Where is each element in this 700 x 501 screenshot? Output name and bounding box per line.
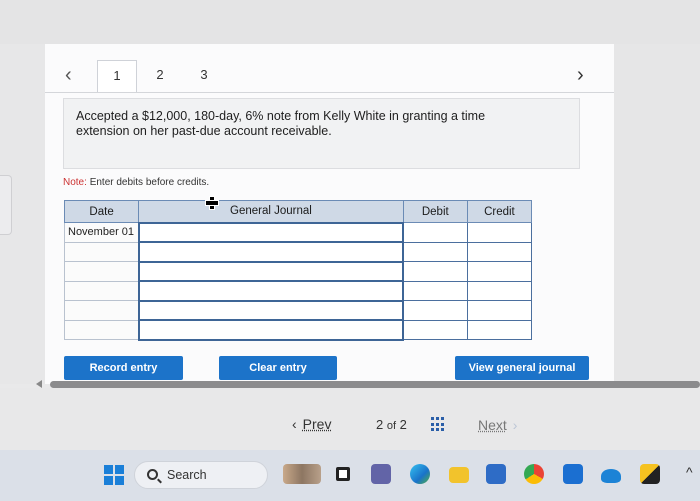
date-cell: [63, 280, 140, 301]
journal-entry-table: Date General Journal Debit Credit Novemb…: [63, 200, 533, 341]
tab-1[interactable]: 1: [97, 60, 137, 93]
account-input[interactable]: [137, 319, 405, 341]
onedrive-icon[interactable]: [601, 469, 621, 483]
table-row: November 01: [63, 221, 533, 243]
scroll-left-icon[interactable]: [36, 380, 42, 388]
debit-input[interactable]: [402, 319, 468, 340]
debit-input[interactable]: [402, 280, 468, 301]
widgets-icon[interactable]: [283, 464, 321, 484]
tab-label: 2: [156, 67, 164, 82]
of-label: of: [386, 420, 397, 432]
horizontal-scrollbar[interactable]: [36, 380, 700, 388]
chevron-left-icon[interactable]: ‹: [65, 64, 72, 87]
move-cursor-icon: [205, 196, 219, 210]
view-general-journal-button[interactable]: View general journal: [455, 356, 589, 380]
credit-input[interactable]: [466, 300, 533, 321]
search-icon: [147, 469, 158, 480]
edge-browser-icon[interactable]: [410, 464, 430, 484]
table-row: [63, 260, 533, 282]
question-pager: ‹ Prev 2 of 2 Next ›: [0, 388, 700, 450]
tab-label: 3: [200, 67, 208, 82]
file-explorer-icon[interactable]: [449, 467, 469, 483]
prompt-box: Accepted a $12,000, 180-day, 6% note fro…: [63, 98, 580, 169]
page-counter: 2 of 2: [376, 417, 407, 432]
taskbar: Search ^: [0, 450, 700, 501]
windows-start-icon[interactable]: [104, 465, 124, 485]
column-header-debit: Debit: [402, 200, 468, 223]
date-cell: [63, 319, 140, 340]
record-entry-button[interactable]: Record entry: [64, 356, 183, 380]
account-input[interactable]: [137, 221, 405, 243]
taskbar-search[interactable]: Search: [134, 461, 268, 489]
prev-button[interactable]: ‹ Prev: [292, 416, 331, 432]
background-right: [614, 44, 700, 384]
debit-input[interactable]: [402, 222, 468, 243]
chevron-up-icon[interactable]: ^: [686, 464, 698, 484]
side-tab[interactable]: [0, 175, 12, 235]
credit-input[interactable]: [466, 222, 533, 243]
clear-entry-button[interactable]: Clear entry: [219, 356, 337, 380]
date-cell: [63, 261, 140, 282]
tab-2[interactable]: 2: [140, 60, 180, 92]
current-page: 2: [376, 417, 384, 432]
column-header-general-journal: General Journal: [138, 200, 404, 223]
table-row: [63, 280, 533, 302]
prev-label: Prev: [302, 416, 332, 432]
teams-chat-icon[interactable]: [371, 464, 391, 484]
sticky-notes-icon[interactable]: [640, 464, 660, 484]
table-row: [63, 319, 533, 341]
debit-input[interactable]: [402, 241, 468, 262]
note-prefix: Note:: [63, 177, 87, 188]
table-row: [63, 241, 533, 263]
date-cell: [63, 241, 140, 262]
credit-input[interactable]: [466, 241, 533, 262]
tab-label: 1: [113, 68, 121, 83]
column-header-date: Date: [63, 200, 140, 223]
column-header-credit: Credit: [466, 200, 533, 223]
next-label: Next: [478, 417, 507, 433]
chevron-left-icon: ‹: [292, 416, 297, 432]
account-input[interactable]: [137, 260, 405, 282]
credit-input[interactable]: [466, 261, 533, 282]
task-view-icon[interactable]: [336, 467, 350, 481]
prompt-text: Accepted a $12,000, 180-day, 6% note fro…: [76, 109, 486, 138]
chevron-right-icon: ›: [512, 417, 518, 433]
date-cell: [63, 300, 140, 321]
next-button[interactable]: Next ›: [478, 417, 517, 433]
account-input[interactable]: [137, 299, 405, 321]
credit-input[interactable]: [466, 280, 533, 301]
chrome-icon[interactable]: [524, 464, 544, 484]
entry-tabbar: ‹ 1 2 3 ›: [45, 60, 614, 93]
account-input[interactable]: [137, 241, 405, 263]
account-input[interactable]: [137, 280, 405, 302]
credit-input[interactable]: [466, 319, 533, 340]
debit-input[interactable]: [402, 261, 468, 282]
chevron-right-icon[interactable]: ›: [577, 64, 584, 87]
table-row: [63, 299, 533, 321]
instruction-note: Note: Enter debits before credits.: [63, 177, 209, 188]
date-cell: November 01: [63, 222, 140, 243]
debit-input[interactable]: [402, 300, 468, 321]
tab-3[interactable]: 3: [184, 60, 224, 92]
scrollbar-thumb[interactable]: [50, 381, 700, 388]
note-text: Enter debits before credits.: [89, 177, 210, 188]
question-panel: ‹ 1 2 3 › Accepted a $12,000, 180-day, 6…: [45, 44, 614, 384]
mail-icon[interactable]: [563, 464, 583, 484]
tab-divider: [45, 92, 614, 93]
total-pages: 2: [399, 417, 407, 432]
search-label: Search: [167, 468, 207, 482]
store-icon[interactable]: [486, 464, 506, 484]
grid-view-icon[interactable]: [431, 417, 446, 432]
